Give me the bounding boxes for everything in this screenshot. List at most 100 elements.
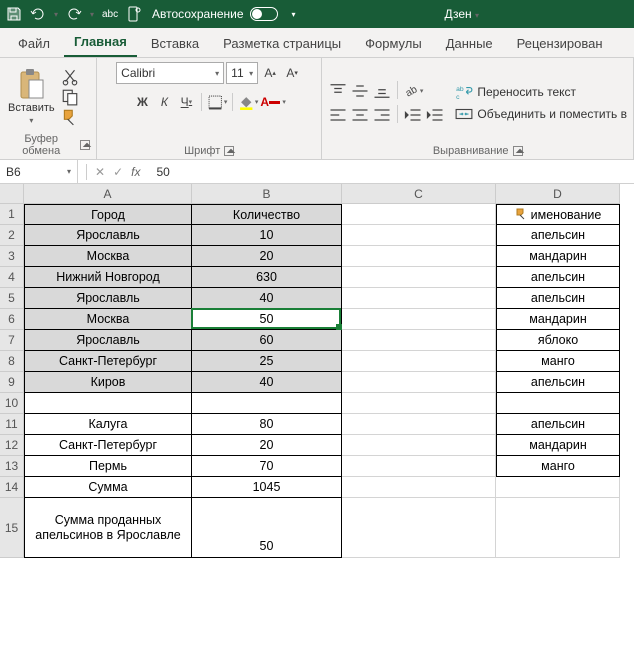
cell[interactable]: 1045 <box>192 477 342 498</box>
copy-icon[interactable] <box>61 88 79 106</box>
undo-icon[interactable] <box>30 6 46 22</box>
cell[interactable]: Количество <box>192 204 342 225</box>
cell[interactable]: Москва <box>24 309 192 330</box>
save-icon[interactable] <box>6 6 22 22</box>
cell[interactable] <box>192 393 342 414</box>
cell[interactable]: 20 <box>192 435 342 456</box>
cell[interactable]: Санкт-Петербург <box>24 351 192 372</box>
toggle-switch-icon[interactable] <box>250 7 278 21</box>
cell[interactable] <box>496 498 620 558</box>
align-bottom-icon[interactable] <box>372 81 392 101</box>
cell[interactable] <box>342 309 496 330</box>
tab-home[interactable]: Главная <box>64 28 137 57</box>
cell[interactable] <box>342 330 496 351</box>
row-header[interactable]: 12 <box>0 435 24 456</box>
cell[interactable] <box>342 477 496 498</box>
italic-button[interactable]: К <box>154 92 174 112</box>
orientation-icon[interactable]: ab▾ <box>403 81 423 101</box>
cell[interactable]: апельсин <box>496 288 620 309</box>
align-center-icon[interactable] <box>350 105 370 125</box>
select-all-corner[interactable] <box>0 184 24 204</box>
cell[interactable] <box>342 498 496 558</box>
cell[interactable]: 80 <box>192 414 342 435</box>
cell[interactable] <box>342 267 496 288</box>
cell[interactable] <box>496 393 620 414</box>
cell[interactable]: 70 <box>192 456 342 477</box>
cell[interactable]: яблоко <box>496 330 620 351</box>
bold-button[interactable]: Ж <box>132 92 152 112</box>
cell[interactable]: манго <box>496 351 620 372</box>
tab-formulas[interactable]: Формулы <box>355 30 432 57</box>
paste-button[interactable]: Вставить ▾ <box>6 66 57 127</box>
row-header[interactable]: 2 <box>0 225 24 246</box>
cell[interactable]: Ярославль <box>24 225 192 246</box>
cell[interactable]: мандарин <box>496 435 620 456</box>
cell[interactable]: Ярославль <box>24 288 192 309</box>
undo-dropdown-icon[interactable]: ▾ <box>54 10 58 19</box>
cell[interactable]: 40 <box>192 288 342 309</box>
cell[interactable]: 60 <box>192 330 342 351</box>
cell[interactable] <box>342 288 496 309</box>
row-header[interactable]: 15 <box>0 498 24 558</box>
redo-icon[interactable] <box>66 6 82 22</box>
cell[interactable]: мандарин <box>496 246 620 267</box>
cell[interactable] <box>342 351 496 372</box>
confirm-formula-icon[interactable]: ✓ <box>113 165 123 179</box>
dialog-launcher-icon[interactable] <box>80 140 90 150</box>
align-middle-icon[interactable] <box>350 81 370 101</box>
cell[interactable]: апельсин <box>496 225 620 246</box>
column-header[interactable]: B <box>192 184 342 204</box>
spellcheck-icon[interactable]: abc <box>102 6 118 22</box>
cell[interactable] <box>342 435 496 456</box>
cell[interactable]: 20 <box>192 246 342 267</box>
autosave-toggle[interactable]: Автосохранение <box>152 7 277 21</box>
tab-data[interactable]: Данные <box>436 30 503 57</box>
column-header[interactable]: A <box>24 184 192 204</box>
name-box[interactable]: B6▾ <box>0 160 78 183</box>
touch-mode-icon[interactable] <box>126 6 142 22</box>
decrease-indent-icon[interactable] <box>403 105 423 125</box>
cell[interactable]: Калуга <box>24 414 192 435</box>
align-top-icon[interactable] <box>328 81 348 101</box>
tab-file[interactable]: Файл <box>8 30 60 57</box>
row-header[interactable]: 9 <box>0 372 24 393</box>
column-header[interactable]: D <box>496 184 620 204</box>
cut-icon[interactable] <box>61 68 79 86</box>
cell[interactable]: именование <box>496 204 620 225</box>
cell[interactable] <box>342 204 496 225</box>
cell[interactable] <box>342 372 496 393</box>
cell[interactable] <box>342 414 496 435</box>
cell[interactable]: апельсин <box>496 267 620 288</box>
cell[interactable]: Киров <box>24 372 192 393</box>
row-header[interactable]: 13 <box>0 456 24 477</box>
cell[interactable] <box>342 225 496 246</box>
row-header[interactable]: 1 <box>0 204 24 225</box>
cell[interactable]: 40 <box>192 372 342 393</box>
borders-button[interactable]: ▾ <box>207 92 227 112</box>
cell[interactable]: 630 <box>192 267 342 288</box>
cell[interactable]: апельсин <box>496 414 620 435</box>
row-header[interactable]: 3 <box>0 246 24 267</box>
row-header[interactable]: 8 <box>0 351 24 372</box>
cell[interactable] <box>342 456 496 477</box>
cell[interactable]: Сумма проданных апельсинов в Ярославле <box>24 498 192 558</box>
font-name-select[interactable]: Calibri▾ <box>116 62 224 84</box>
cell[interactable]: мандарин <box>496 309 620 330</box>
wrap-text-button[interactable]: abc Переносить текст <box>455 83 627 101</box>
row-header[interactable]: 5 <box>0 288 24 309</box>
format-painter-icon[interactable] <box>61 108 79 126</box>
column-header[interactable]: C <box>342 184 496 204</box>
row-header[interactable]: 10 <box>0 393 24 414</box>
cell[interactable]: Город <box>24 204 192 225</box>
tab-review[interactable]: Рецензирован <box>507 30 613 57</box>
decrease-font-icon[interactable]: A▾ <box>282 63 302 83</box>
cell[interactable]: Ярославль <box>24 330 192 351</box>
increase-indent-icon[interactable] <box>425 105 445 125</box>
cell[interactable]: 25 <box>192 351 342 372</box>
cell[interactable]: Нижний Новгород <box>24 267 192 288</box>
formula-input[interactable]: 50 <box>148 165 169 179</box>
cell[interactable]: Москва <box>24 246 192 267</box>
cancel-formula-icon[interactable]: ✕ <box>95 165 105 179</box>
dialog-launcher-icon[interactable] <box>224 146 234 156</box>
row-header[interactable]: 4 <box>0 267 24 288</box>
